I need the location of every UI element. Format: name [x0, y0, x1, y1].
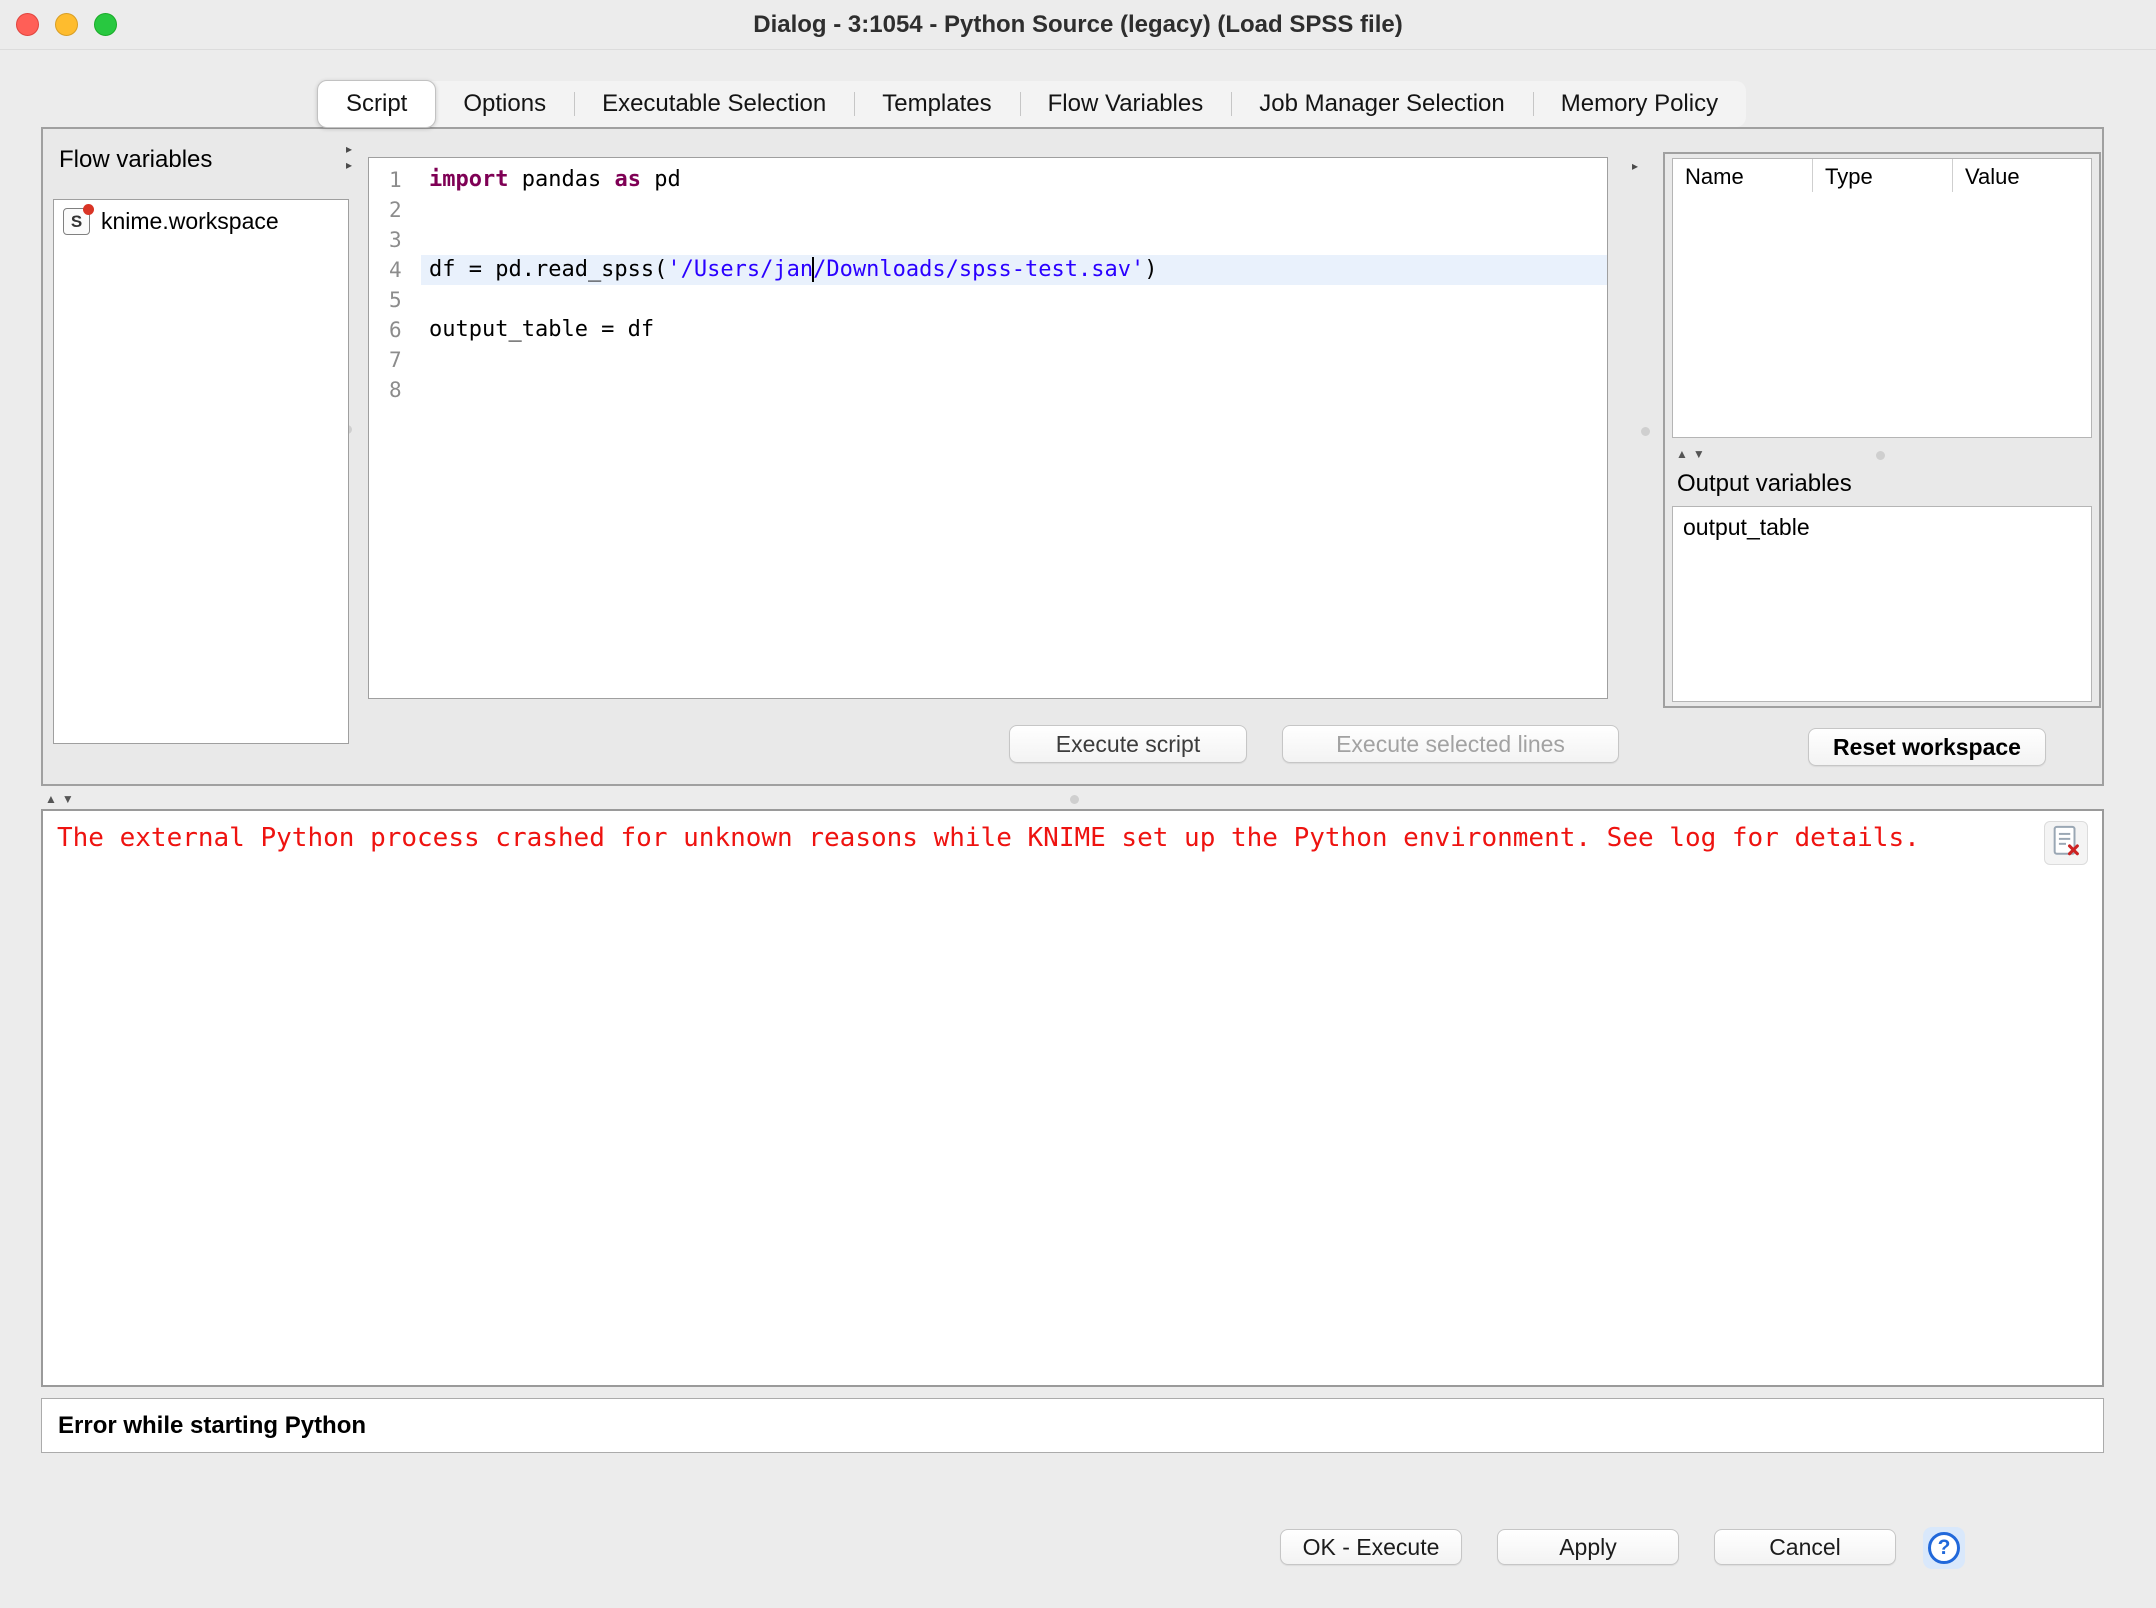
close-button[interactable]	[16, 13, 39, 36]
collapse-flow-variables-handle[interactable]: ▸▸	[346, 143, 352, 171]
column-header-name: Name	[1673, 159, 1813, 192]
output-variables-list[interactable]: output_table	[1672, 506, 2092, 702]
ok-execute-button[interactable]: OK - Execute	[1280, 1529, 1462, 1565]
console-splitter-arrows-icon[interactable]: ▲▼	[45, 792, 79, 806]
code-lines: 1import pandas as pd234df = pd.read_spss…	[369, 165, 1607, 405]
code-line[interactable]: 2	[369, 195, 1607, 225]
output-variable-item[interactable]: output_table	[1673, 507, 2091, 548]
collapse-right-panel-handle[interactable]: ▸	[1632, 159, 1638, 173]
cancel-button[interactable]: Cancel	[1714, 1529, 1896, 1565]
variable-red-dot	[83, 204, 94, 215]
tab-executable-selection[interactable]: Executable Selection	[574, 81, 854, 127]
console-splitter-handle[interactable]	[1070, 795, 1079, 804]
minimize-button[interactable]	[55, 13, 78, 36]
splitter-arrows-icon[interactable]: ▲▼	[1676, 447, 1710, 461]
line-number: 3	[369, 225, 421, 255]
clear-console-icon	[2049, 824, 2083, 863]
tab-templates[interactable]: Templates	[854, 81, 1019, 127]
variables-table-header: Name Type Value	[1673, 159, 2091, 192]
status-message: Error while starting Python	[42, 1412, 366, 1440]
line-number: 2	[369, 195, 421, 225]
column-header-type: Type	[1813, 159, 1953, 192]
code-line[interactable]: 6output_table = df	[369, 315, 1607, 345]
code-text	[421, 285, 1607, 315]
variables-table[interactable]: Name Type Value	[1672, 158, 2092, 438]
workspace-variables-panel: Name Type Value ▲▼ Output variables outp…	[1663, 152, 2101, 708]
code-line[interactable]: 7	[369, 345, 1607, 375]
code-line[interactable]: 5	[369, 285, 1607, 315]
tab-bar: ScriptOptionsExecutable SelectionTemplat…	[318, 81, 1746, 127]
reset-workspace-button[interactable]: Reset workspace	[1808, 728, 2046, 766]
right-splitter-handle[interactable]	[1641, 427, 1650, 436]
help-question-icon: ?	[1928, 1532, 1960, 1564]
script-tab-panel: Flow variables ▸▸ Sknime.workspace 1impo…	[41, 127, 2104, 786]
execute-script-button[interactable]: Execute script	[1009, 725, 1247, 763]
line-number: 5	[369, 285, 421, 315]
titlebar: Dialog - 3:1054 - Python Source (legacy)…	[0, 0, 2156, 50]
output-variables-title: Output variables	[1677, 470, 1852, 498]
clear-console-button[interactable]	[2044, 821, 2088, 865]
line-number: 7	[369, 345, 421, 375]
flow-variables-title: Flow variables	[59, 146, 212, 174]
status-bar: Error while starting Python	[41, 1398, 2104, 1453]
code-line[interactable]: 3	[369, 225, 1607, 255]
zoom-button[interactable]	[94, 13, 117, 36]
code-text: import pandas as pd	[421, 165, 1607, 195]
apply-button[interactable]: Apply	[1497, 1529, 1679, 1565]
code-text	[421, 345, 1607, 375]
code-text	[421, 375, 1607, 405]
line-number: 6	[369, 315, 421, 345]
tab-script[interactable]: Script	[317, 80, 436, 128]
flow-variables-list[interactable]: Sknime.workspace	[53, 199, 349, 744]
output-variables-splitter[interactable]: ▲▼	[1672, 442, 2092, 468]
code-editor[interactable]: 1import pandas as pd234df = pd.read_spss…	[368, 157, 1608, 699]
console-output: The external Python process crashed for …	[41, 809, 2104, 1387]
tab-options[interactable]: Options	[435, 81, 574, 127]
line-number: 4	[369, 255, 421, 285]
help-button[interactable]: ?	[1923, 1527, 1965, 1569]
s-variable-icon: S	[63, 208, 90, 235]
line-number: 8	[369, 375, 421, 405]
splitter-dot-handle[interactable]	[1876, 451, 1885, 460]
code-line[interactable]: 8	[369, 375, 1607, 405]
column-header-value: Value	[1953, 159, 2091, 192]
tab-job-manager-selection[interactable]: Job Manager Selection	[1231, 81, 1532, 127]
code-text: output_table = df	[421, 315, 1607, 345]
code-text: df = pd.read_spss('/Users/jan/Downloads/…	[421, 255, 1607, 285]
flow-variable-label: knime.workspace	[101, 208, 279, 235]
window-title: Dialog - 3:1054 - Python Source (legacy)…	[0, 0, 2156, 50]
tab-memory-policy[interactable]: Memory Policy	[1533, 81, 1746, 127]
line-number: 1	[369, 165, 421, 195]
code-line[interactable]: 1import pandas as pd	[369, 165, 1607, 195]
code-text	[421, 195, 1607, 225]
code-line[interactable]: 4df = pd.read_spss('/Users/jan/Downloads…	[369, 255, 1607, 285]
code-text	[421, 225, 1607, 255]
execute-selected-lines-button[interactable]: Execute selected lines	[1282, 725, 1619, 763]
tab-flow-variables[interactable]: Flow Variables	[1020, 81, 1232, 127]
flow-variable-item[interactable]: Sknime.workspace	[54, 200, 348, 243]
console-error-message: The external Python process crashed for …	[57, 821, 2018, 855]
